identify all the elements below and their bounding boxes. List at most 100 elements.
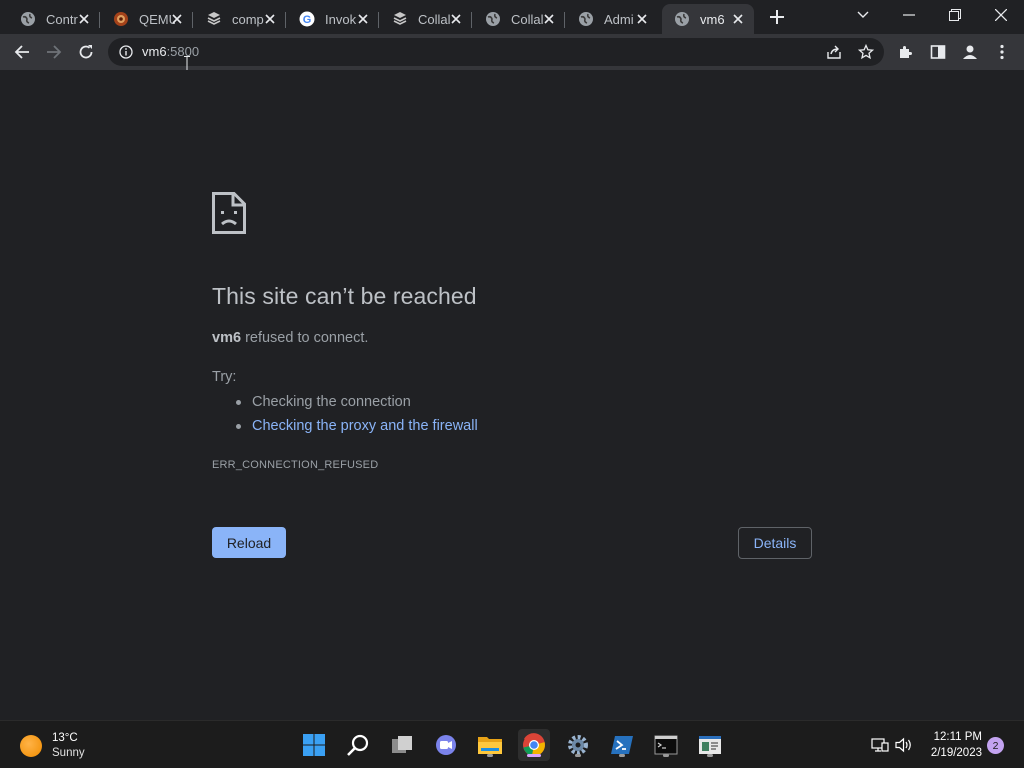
- taskbar: 13°C Sunny 12:11 PM 2/19/2023 2: [0, 720, 1024, 768]
- tab-search-button[interactable]: [840, 0, 886, 30]
- close-tab-icon[interactable]: [76, 11, 92, 27]
- weather-widget[interactable]: 13°C Sunny: [20, 731, 85, 761]
- restore-icon: [949, 9, 961, 21]
- tab-separator: [471, 12, 472, 28]
- side-panel-icon: [930, 45, 946, 59]
- side-panel-button[interactable]: [924, 38, 952, 66]
- running-indicator: [619, 754, 625, 757]
- tab-strip: Contr QEMU comp G Invok Collal Collal Ad…: [0, 0, 1024, 34]
- bookmark-star-icon[interactable]: [856, 42, 876, 62]
- url-text[interactable]: vm6:5800: [142, 44, 199, 59]
- tab-qemu[interactable]: QEMU: [101, 4, 193, 34]
- tab-contr[interactable]: Contr: [8, 4, 100, 34]
- address-bar[interactable]: vm6:5800: [108, 38, 884, 66]
- search-icon: [347, 734, 369, 756]
- remote-desktop-button[interactable]: [694, 729, 726, 761]
- profile-button[interactable]: [956, 38, 984, 66]
- qemu-icon: [113, 11, 129, 27]
- tab-separator: [285, 12, 286, 28]
- globe-icon: [674, 11, 690, 27]
- sun-icon: [20, 735, 42, 757]
- running-indicator: [663, 754, 669, 757]
- weather-temp: 13°C: [52, 732, 78, 744]
- info-icon[interactable]: [118, 44, 134, 60]
- menu-button[interactable]: [988, 38, 1016, 66]
- share-icon[interactable]: [824, 42, 844, 62]
- network-icon[interactable]: [870, 735, 890, 755]
- svg-text:G: G: [303, 14, 312, 26]
- error-title: This site can’t be reached: [212, 283, 477, 309]
- tab-invok[interactable]: G Invok: [287, 4, 379, 34]
- sad-page-icon: [212, 192, 246, 234]
- suggestion-link-proxy-firewall[interactable]: Checking the proxy and the firewall: [236, 417, 478, 441]
- powershell-button[interactable]: [606, 729, 638, 761]
- url-port: :5800: [166, 44, 200, 59]
- running-indicator: [707, 754, 713, 757]
- tab-admi[interactable]: Admi: [566, 4, 658, 34]
- task-view-icon: [392, 736, 412, 753]
- settings-button[interactable]: [562, 729, 594, 761]
- teams-chat-icon: [436, 735, 456, 755]
- arrow-right-icon: [47, 45, 62, 59]
- close-tab-icon[interactable]: [448, 11, 464, 27]
- collab-icon: [206, 11, 222, 27]
- tab-vm6[interactable]: vm6: [662, 4, 754, 34]
- start-icon: [303, 734, 325, 756]
- close-tab-icon[interactable]: [541, 11, 557, 27]
- close-tab-icon[interactable]: [634, 11, 650, 27]
- url-host: vm6: [142, 44, 167, 59]
- file-explorer-button[interactable]: [474, 729, 506, 761]
- refresh-icon: [79, 45, 93, 59]
- new-tab-button[interactable]: [766, 6, 788, 28]
- tab-collal-1[interactable]: Collal: [380, 4, 472, 34]
- close-icon: [995, 9, 1007, 21]
- chevron-down-icon: [857, 11, 869, 18]
- teams-chat-button[interactable]: [430, 729, 462, 761]
- taskbar-search-button[interactable]: [342, 729, 374, 761]
- details-button[interactable]: Details: [738, 527, 812, 559]
- clock[interactable]: 12:11 PM 2/19/2023: [922, 729, 982, 761]
- error-message: vm6 refused to connect.: [212, 330, 368, 346]
- google-icon: G: [299, 11, 315, 27]
- volume-icon[interactable]: [894, 735, 914, 755]
- restore-button[interactable]: [932, 0, 978, 30]
- notification-badge[interactable]: 2: [987, 737, 1004, 754]
- running-indicator: [527, 754, 541, 757]
- extensions-button[interactable]: [892, 38, 920, 66]
- error-host: vm6: [212, 330, 242, 346]
- tab-separator: [192, 12, 193, 28]
- globe-icon: [578, 11, 594, 27]
- start-button[interactable]: [298, 729, 330, 761]
- back-button[interactable]: [8, 38, 36, 66]
- chrome-button[interactable]: [518, 729, 550, 761]
- error-code: ERR_CONNECTION_REFUSED: [212, 459, 379, 471]
- reload-toolbar-button[interactable]: [72, 38, 100, 66]
- clock-date: 2/19/2023: [930, 747, 982, 759]
- suggestions-list: Checking the connection Checking the pro…: [236, 393, 478, 441]
- reload-button[interactable]: Reload: [212, 527, 286, 558]
- tab-separator: [99, 12, 100, 28]
- minimize-icon: [903, 14, 915, 16]
- forward-button[interactable]: [40, 38, 68, 66]
- error-message-text: refused to connect.: [245, 330, 369, 346]
- error-page: This site can’t be reached vm6 refused t…: [0, 70, 1024, 720]
- arrow-left-icon: [14, 45, 29, 59]
- close-tab-icon[interactable]: [262, 11, 278, 27]
- try-label: Try:: [212, 369, 237, 385]
- tab-separator: [378, 12, 379, 28]
- globe-icon: [20, 11, 36, 27]
- close-window-button[interactable]: [978, 0, 1024, 30]
- plus-icon: [770, 10, 784, 24]
- close-tab-icon[interactable]: [169, 11, 185, 27]
- minimize-button[interactable]: [886, 0, 932, 30]
- terminal-button[interactable]: [650, 729, 682, 761]
- collab-icon: [392, 11, 408, 27]
- tab-collal-2[interactable]: Collal: [473, 4, 565, 34]
- task-view-button[interactable]: [386, 729, 418, 761]
- kebab-menu-icon: [1000, 44, 1004, 60]
- close-tab-icon[interactable]: [730, 11, 746, 27]
- tab-separator: [564, 12, 565, 28]
- close-tab-icon[interactable]: [355, 11, 371, 27]
- running-indicator: [487, 754, 493, 757]
- tab-comp[interactable]: comp: [194, 4, 286, 34]
